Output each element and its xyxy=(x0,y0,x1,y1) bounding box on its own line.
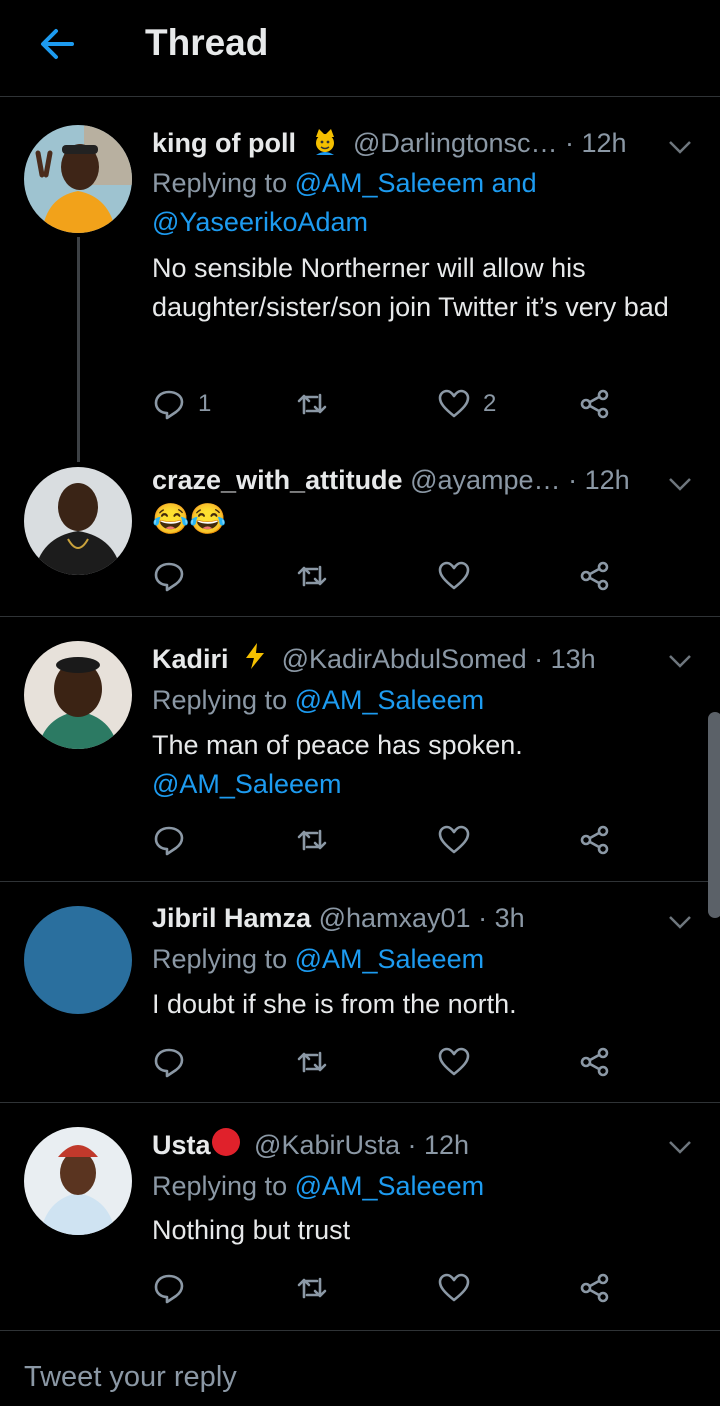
timestamp: · 3h xyxy=(478,903,525,933)
reply-icon xyxy=(154,826,184,856)
lightning-emoji xyxy=(242,641,268,677)
chevron-down-icon[interactable] xyxy=(666,1137,694,1157)
user-handle[interactable]: @Darlingtonsc… xyxy=(353,128,557,158)
reply-button[interactable] xyxy=(152,556,186,596)
tweet-5[interactable]: Usta @KabirUsta · 12h Replying to @AM_Sa… xyxy=(0,1103,720,1329)
share-icon xyxy=(580,389,609,419)
replying-to: Replying to @AM_Saleeem and @YaseerikoAd… xyxy=(152,168,537,237)
like-button[interactable] xyxy=(437,1268,471,1308)
chevron-down-icon[interactable] xyxy=(666,651,694,671)
reply-count: 1 xyxy=(198,390,212,417)
share-button[interactable] xyxy=(578,384,612,424)
avatar[interactable] xyxy=(24,1127,132,1235)
reply-button[interactable]: 1 xyxy=(152,384,211,424)
like-button[interactable] xyxy=(437,556,471,596)
tweet-text: Nothing but trust xyxy=(152,1215,351,1245)
avatar[interactable] xyxy=(24,467,132,575)
tweet-text: No sensible Northerner will allow his da… xyxy=(152,253,669,322)
tweet-2[interactable]: craze_with_attitude @ayampe… · 12h 😂😂 xyxy=(0,462,720,617)
share-button[interactable] xyxy=(578,820,612,860)
thread-header: Thread xyxy=(0,0,720,97)
retweet-icon xyxy=(297,829,327,851)
reply-button[interactable] xyxy=(152,1268,186,1308)
chevron-down-icon[interactable] xyxy=(666,912,694,932)
retweet-button[interactable] xyxy=(295,820,329,860)
display-name[interactable]: king of poll xyxy=(152,128,296,158)
timestamp: · 13h xyxy=(534,644,596,674)
user-handle[interactable]: @KadirAbdulSomed xyxy=(282,644,527,674)
tweet-4[interactable]: Jibril Hamza @hamxay01 · 3h Replying to … xyxy=(0,882,720,1103)
tweet-1[interactable]: king of poll @Darlingtonsc… · 12h Replyi… xyxy=(0,97,720,462)
reply-composer[interactable]: Tweet your reply xyxy=(0,1330,720,1406)
scrollbar-thumb[interactable] xyxy=(708,712,720,918)
share-icon xyxy=(580,1273,609,1303)
mention-link[interactable]: @AM_Saleeem xyxy=(152,765,686,804)
share-button[interactable] xyxy=(578,1042,612,1082)
retweet-button[interactable] xyxy=(295,556,329,596)
retweet-button[interactable] xyxy=(295,384,329,424)
heart-icon xyxy=(438,1273,470,1302)
replying-to: Replying to @AM_Saleeem xyxy=(152,685,485,715)
timestamp: · 12h xyxy=(565,128,627,158)
like-button[interactable] xyxy=(437,820,471,860)
user-handle[interactable]: @hamxay01 xyxy=(319,903,471,933)
mention-link[interactable]: @AM_Saleeem xyxy=(295,944,485,974)
heart-icon xyxy=(438,1047,470,1076)
prince-emoji xyxy=(310,125,340,161)
tweet-text: I doubt if she is from the north. xyxy=(152,989,517,1019)
reply-input[interactable]: Tweet your reply xyxy=(24,1361,237,1394)
retweet-icon xyxy=(297,393,327,415)
replying-to: Replying to @AM_Saleeem xyxy=(152,1171,485,1201)
share-icon xyxy=(580,561,609,591)
reply-icon xyxy=(154,390,184,420)
thread-connector xyxy=(77,237,80,462)
avatar[interactable] xyxy=(24,125,132,233)
red-circle-emoji xyxy=(211,1127,241,1163)
reply-icon xyxy=(154,1048,184,1078)
share-button[interactable] xyxy=(578,1268,612,1308)
display-name[interactable]: Jibril Hamza xyxy=(152,903,311,933)
page-title: Thread xyxy=(145,22,269,63)
mention-link[interactable]: @AM_Saleeem xyxy=(295,685,485,715)
retweet-icon xyxy=(297,565,327,587)
back-arrow-icon[interactable] xyxy=(36,24,76,64)
like-button[interactable]: 2 xyxy=(437,384,496,424)
display-name[interactable]: Kadiri xyxy=(152,644,229,674)
chevron-down-icon[interactable] xyxy=(666,474,694,494)
reply-button[interactable] xyxy=(152,820,186,860)
reply-button[interactable] xyxy=(152,1042,186,1082)
retweet-icon xyxy=(297,1277,327,1299)
heart-icon xyxy=(438,389,470,418)
replying-to: Replying to @AM_Saleeem xyxy=(152,944,485,974)
avatar[interactable] xyxy=(24,641,132,749)
like-count: 2 xyxy=(483,390,497,417)
share-icon xyxy=(580,1047,609,1077)
tweet-text: The man of peace has spoken. @AM_Saleeem xyxy=(152,726,686,804)
retweet-button[interactable] xyxy=(295,1042,329,1082)
timestamp: · 12h xyxy=(568,465,630,495)
user-handle[interactable]: @ayampe… xyxy=(410,465,560,495)
reply-icon xyxy=(154,1274,184,1304)
like-button[interactable] xyxy=(437,1042,471,1082)
retweet-button[interactable] xyxy=(295,1268,329,1308)
avatar[interactable] xyxy=(24,906,132,1014)
reply-icon xyxy=(154,562,184,592)
share-button[interactable] xyxy=(578,556,612,596)
tweet-3[interactable]: Kadiri @KadirAbdulSomed · 13h Replying t… xyxy=(0,617,720,882)
mention-link[interactable]: @AM_Saleeem xyxy=(295,1171,485,1201)
display-name[interactable]: Usta xyxy=(152,1130,211,1160)
chevron-down-icon[interactable] xyxy=(666,137,694,157)
heart-icon xyxy=(438,825,470,854)
heart-icon xyxy=(438,561,470,590)
timestamp: · 12h xyxy=(407,1130,470,1160)
tweet-text: 😂😂 xyxy=(152,503,227,536)
share-icon xyxy=(580,825,609,855)
retweet-icon xyxy=(297,1051,327,1073)
user-handle[interactable]: @KabirUsta xyxy=(254,1130,400,1160)
display-name[interactable]: craze_with_attitude xyxy=(152,465,403,495)
